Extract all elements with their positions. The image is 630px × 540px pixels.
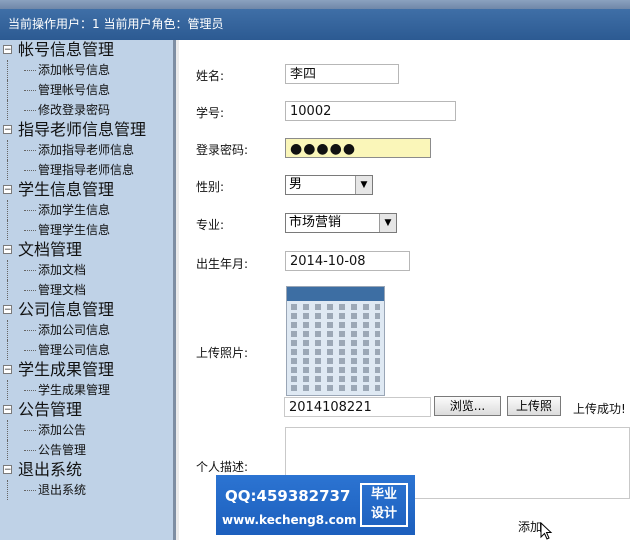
sidebar-item-manage-document[interactable]: 管理文档 (0, 280, 173, 300)
collapse-icon[interactable]: − (3, 365, 12, 375)
sidebar-group-exit[interactable]: − 退出系统 (0, 460, 173, 480)
upload-button[interactable]: 上传照 (507, 396, 561, 416)
sidebar-group-student[interactable]: − 学生信息管理 (0, 180, 173, 200)
password-field[interactable]: ●●●●● (285, 138, 431, 158)
sidebar-item-manage-company[interactable]: 管理公司信息 (0, 340, 173, 360)
sidebar-item-label: 退出系统 (38, 483, 87, 497)
current-user-info: 当前操作用户：1 当前用户角色：管理员 (8, 17, 224, 31)
browse-button[interactable]: 浏览... (434, 396, 501, 416)
sidebar-item-label: 添加学生信息 (38, 203, 111, 217)
window-top-edge (0, 0, 630, 9)
sidebar-item-add-teacher[interactable]: 添加指导老师信息 (0, 140, 173, 160)
name-field[interactable]: 李四 (285, 64, 399, 84)
upload-status: 上传成功! (573, 402, 626, 416)
sidebar-item-label: 添加公司信息 (38, 323, 111, 337)
header-bar: 当前操作用户：1 当前用户角色：管理员 (0, 9, 630, 40)
sidebar-item-label: 添加指导老师信息 (38, 143, 135, 157)
major-label: 专业: (196, 218, 225, 232)
sidebar-item-label: 添加文档 (38, 263, 87, 277)
watermark-banner: QQ:459382737 www.kecheng8.com 毕业 设计 (216, 475, 415, 535)
sidebar-group-title: 指导老师信息管理 (18, 120, 147, 139)
sidebar-item-label: 公告管理 (38, 443, 87, 457)
sidebar-item-label: 添加公告 (38, 423, 87, 437)
name-label: 姓名: (196, 69, 225, 83)
sidebar-item-exit[interactable]: 退出系统 (0, 480, 173, 500)
birth-label: 出生年月: (196, 257, 249, 271)
sidebar-group-title: 公司信息管理 (18, 300, 115, 319)
birth-date-field[interactable]: 2014-10-08 (285, 251, 410, 271)
sidebar-group-title: 帐号信息管理 (18, 40, 115, 59)
sidebar-group-document[interactable]: − 文档管理 (0, 240, 173, 260)
sidebar-item-manage-account[interactable]: 管理帐号信息 (0, 80, 173, 100)
sidebar-group-title: 公告管理 (18, 400, 83, 419)
sidebar-item-add-student[interactable]: 添加学生信息 (0, 200, 173, 220)
sidebar-item-label: 管理帐号信息 (38, 83, 111, 97)
gender-selected-value: 男 (289, 177, 303, 192)
gender-label: 性别: (196, 180, 225, 194)
watermark-qq: QQ:459382737 (225, 487, 351, 505)
collapse-icon[interactable]: − (3, 405, 12, 415)
student-id-field[interactable]: 10002 (285, 101, 456, 121)
chevron-down-icon[interactable]: ▼ (355, 176, 372, 194)
sidebar-nav: − 帐号信息管理 添加帐号信息 管理帐号信息 修改登录密码 − 指导老师信息管理… (0, 40, 176, 540)
sidebar-item-label: 学生成果管理 (38, 383, 111, 397)
collapse-icon[interactable]: − (3, 45, 12, 55)
sidebar-group-title: 文档管理 (18, 240, 83, 259)
sidebar-item-label: 管理学生信息 (38, 223, 111, 237)
sidebar-item-add-document[interactable]: 添加文档 (0, 260, 173, 280)
sidebar-group-teacher[interactable]: − 指导老师信息管理 (0, 120, 173, 140)
watermark-site: www.kecheng8.com (222, 513, 357, 527)
sidebar-item-add-account[interactable]: 添加帐号信息 (0, 60, 173, 80)
sidebar-item-label: 添加帐号信息 (38, 63, 111, 77)
sidebar-group-title: 退出系统 (18, 460, 83, 479)
description-label: 个人描述: (196, 460, 249, 474)
gender-select[interactable]: 男 ▼ (285, 175, 373, 195)
watermark-badge-bottom: 设计 (370, 506, 397, 521)
sidebar-item-add-company[interactable]: 添加公司信息 (0, 320, 173, 340)
watermark-badge-top: 毕业 (370, 487, 397, 502)
sidebar-group-title: 学生成果管理 (18, 360, 115, 379)
password-label: 登录密码: (196, 143, 249, 157)
student-id-label: 学号: (196, 106, 225, 120)
sidebar-item-label: 管理文档 (38, 283, 87, 297)
collapse-icon[interactable]: − (3, 305, 12, 315)
sidebar-item-add-notice[interactable]: 添加公告 (0, 420, 173, 440)
collapse-icon[interactable]: − (3, 245, 12, 255)
photo-preview (286, 286, 385, 396)
sidebar-item-change-password[interactable]: 修改登录密码 (0, 100, 173, 120)
sidebar-group-company[interactable]: − 公司信息管理 (0, 300, 173, 320)
chevron-down-icon[interactable]: ▼ (379, 214, 396, 232)
sidebar-group-title: 学生信息管理 (18, 180, 115, 199)
photo-label: 上传照片: (196, 346, 249, 360)
major-select[interactable]: 市场营销 ▼ (285, 213, 397, 233)
add-button[interactable]: 添加 (518, 518, 542, 535)
sidebar-item-label: 管理指导老师信息 (38, 163, 135, 177)
sidebar-group-account[interactable]: − 帐号信息管理 (0, 40, 173, 60)
sidebar-item-manage-notice[interactable]: 公告管理 (0, 440, 173, 460)
sidebar-item-manage-student[interactable]: 管理学生信息 (0, 220, 173, 240)
collapse-icon[interactable]: − (3, 125, 12, 135)
sidebar-group-notice[interactable]: − 公告管理 (0, 400, 173, 420)
sidebar-item-manage-achievement[interactable]: 学生成果管理 (0, 380, 173, 400)
sidebar-item-manage-teacher[interactable]: 管理指导老师信息 (0, 160, 173, 180)
sidebar-group-achievement[interactable]: − 学生成果管理 (0, 360, 173, 380)
photo-file-field[interactable]: 2014108221 (284, 397, 431, 417)
sidebar-item-label: 修改登录密码 (38, 103, 111, 117)
collapse-icon[interactable]: − (3, 185, 12, 195)
sidebar-item-label: 管理公司信息 (38, 343, 111, 357)
collapse-icon[interactable]: − (3, 465, 12, 475)
major-selected-value: 市场营销 (289, 215, 342, 230)
mouse-pointer-icon (540, 522, 553, 540)
main-content: 姓名: 李四 学号: 10002 登录密码: ●●●●● 性别: 男 ▼ 专业:… (179, 40, 630, 540)
watermark-badge: 毕业 设计 (360, 483, 408, 527)
